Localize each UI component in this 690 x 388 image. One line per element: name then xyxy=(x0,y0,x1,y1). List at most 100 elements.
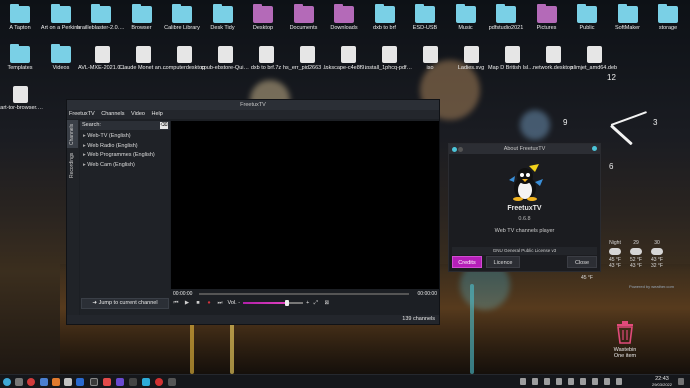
browser-icon[interactable] xyxy=(27,378,35,386)
window-titlebar[interactable]: FreetuxTV xyxy=(67,100,439,110)
files-icon[interactable] xyxy=(40,378,48,386)
task-app-icon[interactable] xyxy=(116,378,124,386)
background-bokeh xyxy=(520,110,550,140)
menu-channels[interactable]: Channels xyxy=(101,111,124,117)
next-icon[interactable]: ⏭ xyxy=(215,298,225,307)
folder-icon xyxy=(374,4,395,23)
play-icon[interactable]: ▶ xyxy=(182,298,192,307)
show-desktop-icon[interactable] xyxy=(678,378,684,385)
weather-day: 30 43 °F 32 °F xyxy=(647,240,667,269)
volume-icon[interactable] xyxy=(604,378,610,385)
clock-num-9: 9 xyxy=(563,118,568,127)
folder-icon xyxy=(212,4,233,23)
search-placeholder: Search: xyxy=(82,122,101,128)
channel-tree: Web-TV (English) Web Radio (English) Web… xyxy=(80,130,170,170)
task-app-icon[interactable] xyxy=(155,378,163,386)
tray-icon[interactable] xyxy=(568,378,574,385)
clear-search-icon[interactable]: ⌫ xyxy=(160,122,168,129)
clock-num-6: 6 xyxy=(609,162,614,171)
folder-icon xyxy=(334,4,354,23)
clock-num-3: 3 xyxy=(653,118,658,127)
record-icon[interactable]: ● xyxy=(204,298,214,307)
task-app-icon[interactable] xyxy=(103,378,111,386)
weather-day: 45 °F xyxy=(577,275,597,281)
desktop-icon[interactable]: slimjet_amd64.deb xyxy=(570,46,618,72)
file-icon xyxy=(135,46,151,63)
jump-to-channel-button[interactable]: ➜ Jump to current channel xyxy=(81,298,169,309)
taskbar-clock[interactable]: 22:43 29/03/2022 xyxy=(652,376,672,388)
task-app-icon[interactable] xyxy=(142,378,150,386)
menu-help[interactable]: Help xyxy=(152,111,163,117)
desktop-icon[interactable]: start-tor-browser.desk... xyxy=(0,86,44,112)
desktop-icon[interactable]: storage xyxy=(644,4,690,32)
file-icon xyxy=(94,46,110,63)
jump-button-label: Jump to current channel xyxy=(98,300,158,306)
folder-icon xyxy=(91,4,111,23)
menu-video[interactable]: Video xyxy=(131,111,145,117)
folder-icon xyxy=(415,4,435,23)
volume-slider[interactable] xyxy=(243,299,304,306)
firefox-icon[interactable] xyxy=(52,378,60,386)
search-input[interactable]: Search: ⌫ xyxy=(80,121,170,130)
channels-panel: Search: ⌫ Web-TV (English) Web Radio (En… xyxy=(80,121,170,315)
folder-icon xyxy=(455,4,476,23)
terminal-icon[interactable] xyxy=(64,378,72,386)
minute-hand xyxy=(610,111,648,126)
channel-group-item[interactable]: Web-TV (English) xyxy=(80,132,170,142)
video-area[interactable] xyxy=(171,121,439,289)
tab-channels[interactable]: Channels xyxy=(67,120,78,148)
weather-day: Night 45 °F 43 °F xyxy=(605,240,625,269)
minimode-icon[interactable]: ⊠ xyxy=(322,298,332,307)
tray-icon[interactable] xyxy=(532,378,538,385)
channel-group-item[interactable]: Web Radio (English) xyxy=(80,142,170,152)
folder-icon xyxy=(617,4,638,23)
freetuxtv-window: FreetuxTV FreetuxTV Channels Video Help … xyxy=(66,99,440,325)
tray-icon[interactable] xyxy=(520,378,526,385)
file-icon xyxy=(545,46,561,63)
pager-icon[interactable] xyxy=(15,378,23,386)
network-icon[interactable] xyxy=(616,378,622,385)
task-app-icon[interactable] xyxy=(168,378,176,386)
about-button-row: Credits Licence Close xyxy=(452,256,597,268)
tab-recordings[interactable]: Recordings xyxy=(67,148,78,182)
credits-button[interactable]: Credits xyxy=(452,256,482,268)
channel-group-item[interactable]: Web Programmes (English) xyxy=(80,151,170,161)
tray-icon[interactable] xyxy=(556,378,562,385)
app-menu-icon[interactable] xyxy=(3,378,11,386)
file-icon xyxy=(422,46,438,63)
licence-button[interactable]: Licence xyxy=(486,256,520,268)
desktop-icon-label: slimjet_amd64.deb xyxy=(570,65,618,71)
tray-icon[interactable] xyxy=(580,378,586,385)
weather-day: 29 52 °F 43 °F xyxy=(626,240,646,269)
close-button[interactable]: Close xyxy=(567,256,597,268)
file-icon xyxy=(340,46,356,63)
wastebin-icon[interactable]: Wastebin One item xyxy=(607,320,643,360)
tray-icon[interactable] xyxy=(592,378,598,385)
menu-dot-icon[interactable] xyxy=(452,147,457,152)
tray-icon[interactable] xyxy=(544,378,550,385)
cloud-icon xyxy=(609,248,621,255)
stop-icon[interactable]: ■ xyxy=(193,298,203,307)
seek-slider[interactable] xyxy=(199,293,409,295)
window-title: FreetuxTV xyxy=(240,102,266,108)
previous-icon[interactable]: ⏮ xyxy=(171,298,181,307)
taskbar-date: 29/03/2022 xyxy=(651,382,672,387)
channel-group-item[interactable]: Web Cam (English) xyxy=(80,161,170,171)
folder-icon xyxy=(50,4,71,23)
fullscreen-icon[interactable]: ⤢ xyxy=(311,298,321,307)
task-app-icon[interactable] xyxy=(129,378,137,386)
menu-freetuxtv[interactable]: FreetuxTV xyxy=(69,111,95,117)
store-icon[interactable] xyxy=(76,378,84,386)
status-bar: 139 channels xyxy=(67,315,439,324)
weather-credit[interactable]: Powered by weather.com xyxy=(629,284,674,289)
file-icon xyxy=(299,46,315,63)
cloud-icon xyxy=(651,248,663,255)
task-freetuxtv-icon[interactable] xyxy=(90,378,98,386)
folder-icon xyxy=(10,44,30,63)
pin-dot-icon[interactable] xyxy=(458,147,463,152)
folder-icon xyxy=(10,4,30,23)
volume-label: Vol. - xyxy=(227,300,241,306)
file-icon xyxy=(176,46,192,63)
weather-low: 43 °F xyxy=(629,263,642,269)
menu-bar: FreetuxTV Channels Video Help xyxy=(67,110,439,119)
